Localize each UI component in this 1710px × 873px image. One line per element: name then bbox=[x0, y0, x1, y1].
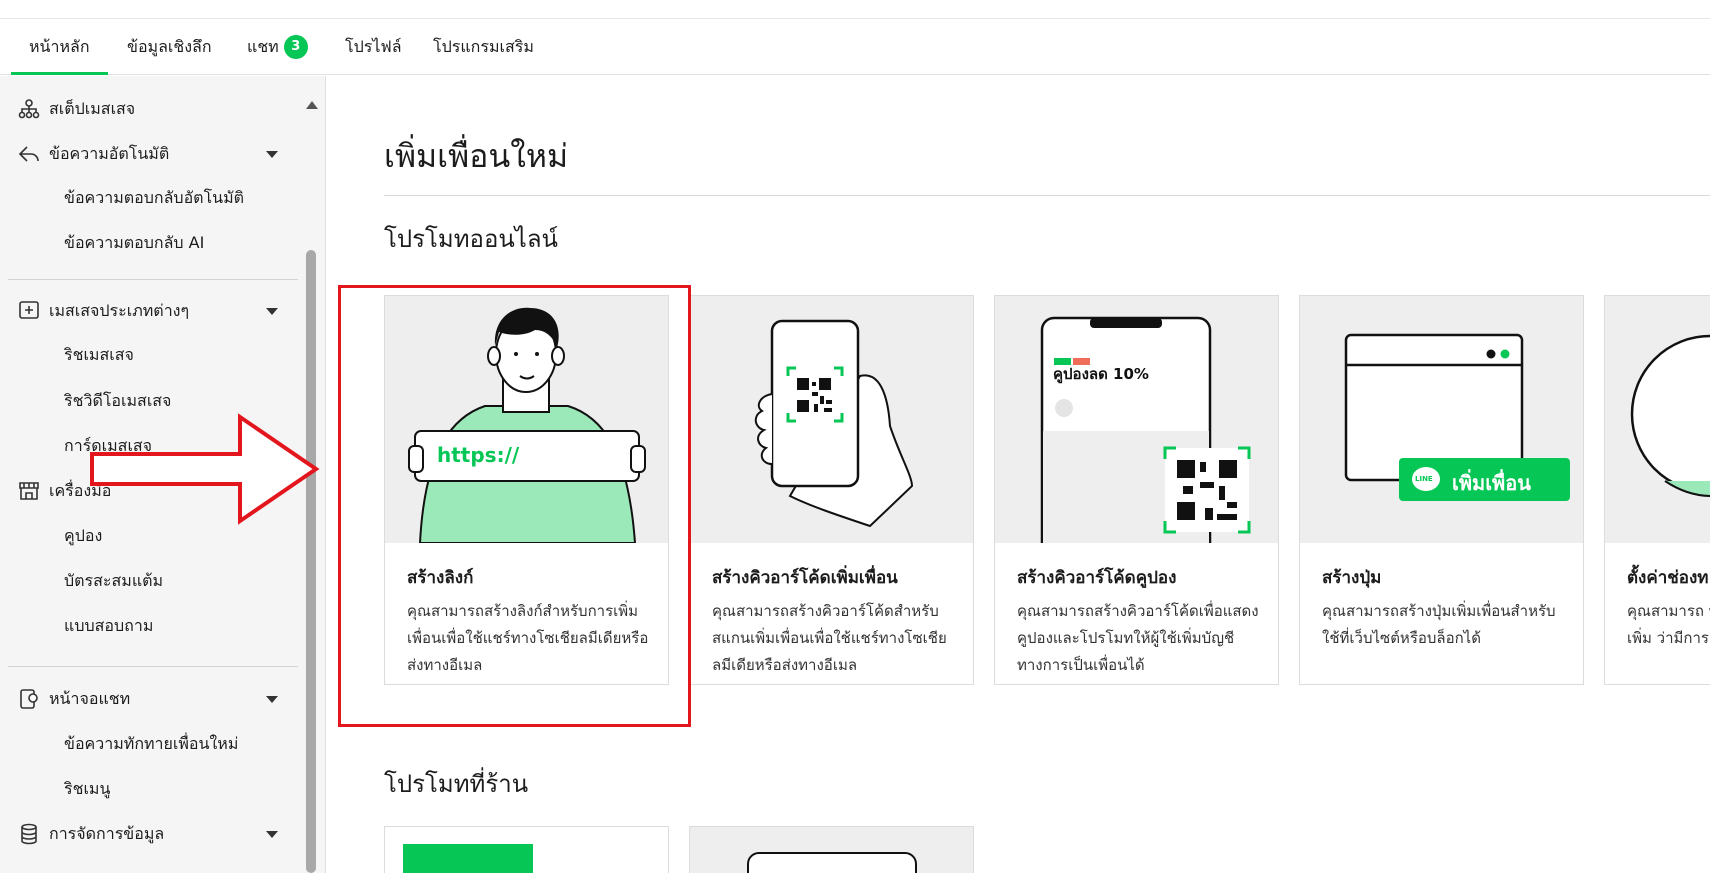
card-title: สร้างปุ่ม bbox=[1322, 568, 1382, 588]
card-description: คุณสามารถสร้างคิวอาร์โค้ดเพื่อแสดงคูปองแ… bbox=[1017, 602, 1259, 674]
add-message-icon bbox=[19, 301, 39, 319]
sidebar-item-coupon[interactable]: คูปอง bbox=[0, 523, 300, 549]
main-content: เพิ่มเพื่อนใหม่ โปรโมทออนไลน์ https:// ส… bbox=[327, 76, 1710, 873]
chevron-down-icon bbox=[266, 831, 278, 838]
chevron-down-icon bbox=[266, 696, 278, 703]
chevron-down-icon bbox=[266, 151, 278, 158]
section-title-store: โปรโมทที่ร้าน bbox=[384, 770, 529, 798]
scroll-up-icon[interactable] bbox=[306, 101, 318, 109]
sidebar-scrollbar[interactable] bbox=[306, 250, 316, 873]
sidebar-item-rich-message[interactable]: ริชเมสเสจ bbox=[0, 342, 300, 368]
sidebar-item-auto-reply[interactable]: ข้อความตอบกลับอัตโนมัติ bbox=[0, 185, 300, 211]
chat-screen-icon bbox=[20, 689, 38, 709]
sidebar-item-rich-video[interactable]: ริชวิดีโอเมสเสจ bbox=[0, 388, 300, 414]
set-channel-card[interactable]: ตั้งค่าช่องท คุณสามารถ ทางการเพิ่ม ว่ามี… bbox=[1604, 295, 1710, 685]
store-poster-card[interactable] bbox=[384, 826, 669, 873]
chat-count-badge: 3 bbox=[283, 35, 308, 59]
hand-holding-phone-illustration bbox=[690, 296, 973, 543]
add-friend-button-text: เพิ่มเพื่อน bbox=[1452, 471, 1531, 495]
sidebar-item-chat-screen[interactable]: หน้าจอแชท bbox=[0, 686, 300, 712]
divider bbox=[384, 195, 1710, 196]
card-title: ตั้งค่าช่องท bbox=[1627, 568, 1709, 588]
card-description: คุณสามารถสร้างคิวอาร์โค้ดสำหรับสแกนเพิ่ม… bbox=[712, 602, 947, 674]
chevron-down-icon bbox=[266, 308, 278, 315]
reply-icon bbox=[18, 146, 39, 162]
channel-illustration bbox=[1605, 296, 1710, 543]
sidebar-item-reward-card[interactable]: บัตรสะสมแต้ม bbox=[0, 568, 300, 594]
sidebar-item-step-message[interactable]: สเต็ปเมสเสจ bbox=[0, 96, 300, 122]
sidebar-item-rich-menu[interactable]: ริชเมนู bbox=[0, 776, 300, 802]
coupon-phone-illustration: คูปองลด 10% bbox=[995, 296, 1278, 543]
pointer-arrow-icon bbox=[90, 413, 320, 525]
tab-chat[interactable]: แชท 3 bbox=[247, 19, 308, 75]
browser-button-illustration: LINE เพิ่มเพื่อน bbox=[1300, 296, 1583, 543]
top-strip bbox=[0, 0, 1710, 19]
card-description: คุณสามารถสร้างปุ่มเพิ่มเพื่อนสำหรับใช้ที… bbox=[1322, 602, 1556, 647]
tab-profile[interactable]: โปรไฟล์ bbox=[345, 19, 402, 75]
sidebar-item-survey[interactable]: แบบสอบถาม bbox=[0, 613, 300, 639]
card-title: สร้างคิวอาร์โค้ดคูปอง bbox=[1017, 568, 1177, 588]
section-title-online: โปรโมทออนไลน์ bbox=[384, 225, 558, 253]
sidebar-divider bbox=[8, 666, 298, 667]
tab-extensions[interactable]: โปรแกรมเสริม bbox=[433, 19, 534, 75]
sidebar-item-greeting[interactable]: ข้อความทักทายเพื่อนใหม่ bbox=[0, 731, 300, 757]
sidebar-item-data-management[interactable]: การจัดการข้อมูล bbox=[0, 821, 300, 847]
card-description: คุณสามารถสร้างลิงก์สำหรับการเพิ่มเพื่อนเ… bbox=[407, 602, 649, 674]
tab-home[interactable]: หน้าหลัก bbox=[11, 19, 107, 75]
main-tabs: หน้าหลัก ข้อมูลเชิงลึก แชท 3 โปรไฟล์ โปรแ… bbox=[0, 19, 1710, 75]
create-friend-qr-card[interactable]: สร้างคิวอาร์โค้ดเพิ่มเพื่อน คุณสามารถสร้… bbox=[689, 295, 974, 685]
create-coupon-qr-card[interactable]: คูปองลด 10% สร้างคิวอาร์โค้ดคูปอง คุณสาม… bbox=[994, 295, 1279, 685]
flow-icon bbox=[18, 99, 40, 119]
poster-thumbnail bbox=[403, 844, 533, 873]
card-title: สร้างลิงก์ bbox=[407, 568, 474, 588]
person-holding-sign-illustration: https:// bbox=[385, 296, 668, 543]
phone-thumbnail bbox=[747, 852, 917, 873]
card-description: คุณสามารถ ทางการเพิ่ม ว่ามีการเพิ่ม bbox=[1627, 602, 1710, 647]
page-title: เพิ่มเพื่อนใหม่ bbox=[384, 137, 569, 175]
create-button-card[interactable]: LINE เพิ่มเพื่อน สร้างปุ่ม คุณสามารถสร้า… bbox=[1299, 295, 1584, 685]
line-logo-icon: LINE bbox=[1415, 475, 1433, 483]
sidebar-item-message-types[interactable]: เมสเสจประเภทต่างๆ bbox=[0, 298, 300, 324]
store-qr-card[interactable] bbox=[689, 826, 974, 873]
card-title: สร้างคิวอาร์โค้ดเพิ่มเพื่อน bbox=[712, 568, 898, 588]
illustration-url-text: https:// bbox=[437, 443, 520, 467]
store-icon bbox=[19, 482, 39, 500]
database-icon bbox=[21, 823, 37, 845]
sidebar-item-auto-message[interactable]: ข้อความอัตโนมัติ bbox=[0, 141, 300, 167]
sidebar-item-ai-reply[interactable]: ข้อความตอบกลับ AI bbox=[0, 230, 300, 256]
create-link-card[interactable]: https:// สร้างลิงก์ คุณสามารถสร้างลิงก์ส… bbox=[384, 295, 669, 685]
coupon-discount-text: คูปองลด 10% bbox=[1053, 365, 1149, 383]
tab-insights[interactable]: ข้อมูลเชิงลึก bbox=[127, 19, 212, 75]
sidebar-divider bbox=[8, 279, 298, 280]
